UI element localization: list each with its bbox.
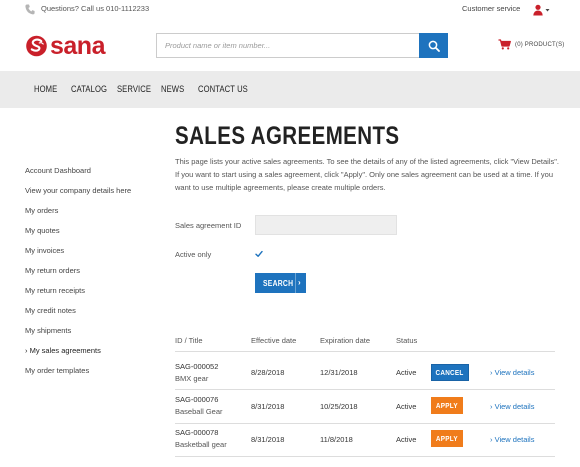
sidebar-item-invoices[interactable]: My invoices [25, 246, 64, 255]
sidebar-item-orders[interactable]: My orders [25, 206, 58, 215]
cancel-label: CANCEL [435, 368, 465, 377]
search-button[interactable] [419, 33, 448, 58]
sidebar-item-account-dashboard[interactable]: Account Dashboard [25, 166, 91, 175]
sidebar-item-order-templates[interactable]: My order templates [25, 366, 89, 375]
row-divider [175, 423, 555, 424]
agreement-title: BMX gear [175, 374, 209, 383]
agreement-title: Baseball Gear [175, 407, 223, 416]
sana-logo[interactable]: sana [26, 32, 105, 60]
apply-button[interactable]: APPLY [431, 397, 463, 414]
nav-service[interactable]: SERVICE [117, 84, 151, 94]
apply-label: APPLY [436, 434, 458, 443]
status: Active [396, 435, 417, 444]
table-header-divider [175, 351, 555, 352]
sidebar-item-company-details[interactable]: View your company details here [25, 186, 131, 195]
effective-date: 8/31/2018 [251, 402, 285, 411]
user-menu[interactable] [533, 3, 551, 16]
apply-label: APPLY [436, 401, 458, 410]
sidebar-item-shipments[interactable]: My shipments [25, 326, 71, 335]
sidebar-item-sales-agreements[interactable]: › My sales agreements [25, 346, 101, 355]
nav-catalog[interactable]: CATALOG [71, 84, 107, 94]
user-icon [533, 4, 550, 16]
active-only-checkbox[interactable] [255, 250, 263, 258]
agreement-title: Basketball gear [175, 440, 227, 449]
nav-contact-us[interactable]: CONTACT US [198, 84, 248, 94]
agreement-id: SAG-000052 [175, 362, 219, 371]
nav-news[interactable]: NEWS [161, 84, 184, 94]
view-details-link[interactable]: › View details [490, 368, 534, 377]
cart-icon [498, 39, 511, 50]
row-divider [175, 456, 555, 457]
col-header-id-title: ID / Title [175, 336, 203, 345]
view-details-link[interactable]: › View details [490, 402, 534, 411]
status: Active [396, 402, 417, 411]
agreement-id-label: Sales agreement ID [175, 221, 242, 230]
chevron-down-icon [545, 9, 550, 12]
phone-icon [25, 4, 35, 15]
sidebar-item-credit-notes[interactable]: My credit notes [25, 306, 76, 315]
top-bar: Questions? Call us 010-1112233 Customer … [0, 0, 580, 20]
customer-service-link[interactable]: Customer service [462, 4, 520, 13]
agreement-id-input[interactable] [255, 215, 397, 235]
sidebar-item-quotes[interactable]: My quotes [25, 226, 60, 235]
col-header-status: Status [396, 336, 418, 345]
nav-home[interactable]: HOME [34, 84, 57, 94]
cart-summary[interactable]: (0) PRODUCT(S) [498, 39, 564, 50]
button-divider [295, 273, 296, 293]
search-button-label: SEARCH [263, 278, 294, 288]
cart-count: (0) PRODUCT(S) [515, 41, 565, 48]
sidebar-item-return-orders[interactable]: My return orders [25, 266, 80, 275]
page-description: This page lists your active sales agreem… [175, 157, 559, 192]
agreement-id: SAG-000078 [175, 428, 219, 437]
active-only-label: Active only [175, 250, 212, 259]
expiration-date: 10/25/2018 [320, 402, 358, 411]
agreement-id: SAG-000076 [175, 395, 219, 404]
cancel-button[interactable]: CANCEL [431, 364, 469, 381]
checkmark-icon [255, 250, 263, 257]
support-phone-text: Questions? Call us 010-1112233 [41, 4, 150, 13]
effective-date: 8/31/2018 [251, 435, 285, 444]
view-details-link[interactable]: › View details [490, 435, 534, 444]
logo-mark-icon [26, 35, 47, 57]
apply-button[interactable]: APPLY [431, 430, 463, 447]
search-icon [428, 40, 440, 52]
page-title: SALES AGREEMENTS [175, 122, 400, 150]
status: Active [396, 368, 417, 377]
main-nav: HOME CATALOG SERVICE NEWS CONTACT US [0, 71, 580, 108]
effective-date: 8/28/2018 [251, 368, 285, 377]
expiration-date: 12/31/2018 [320, 368, 358, 377]
header-search [156, 33, 448, 58]
logo-text: sana [50, 32, 105, 60]
col-header-effective-date: Effective date [251, 336, 297, 345]
sidebar-item-return-receipts[interactable]: My return receipts [25, 286, 85, 295]
agreements-search-button[interactable]: SEARCH › [255, 273, 306, 293]
product-search-input[interactable] [156, 33, 419, 58]
expiration-date: 11/8/2018 [320, 435, 353, 444]
row-divider [175, 389, 555, 390]
chevron-right-icon: › [298, 278, 301, 287]
col-header-expiration-date: Expiration date [320, 336, 371, 345]
